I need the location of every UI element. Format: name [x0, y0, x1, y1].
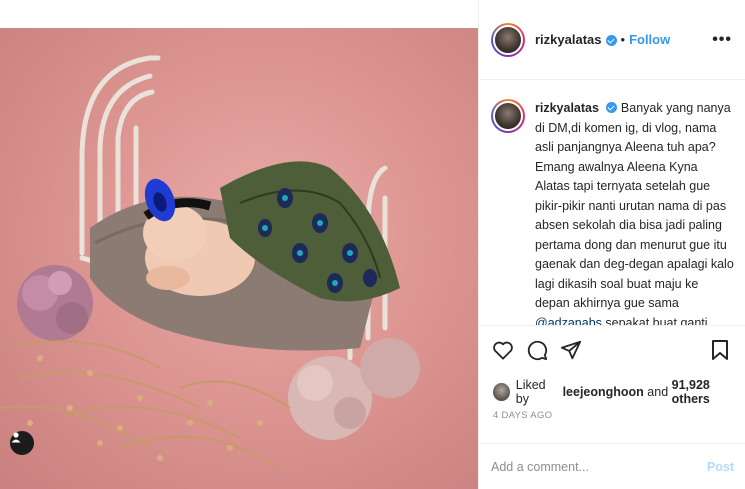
caption-body-continued: sepakat buat ganti: [605, 315, 708, 326]
post-timestamp[interactable]: 4 DAYS AGO: [493, 410, 552, 421]
bookmark-icon[interactable]: [708, 338, 732, 362]
caption-area: rizkyalatas Banyak yang nanya di DM,di k…: [479, 81, 745, 325]
post-side-panel: rizkyalatas • Follow ••• rizkyalatas Ban…: [478, 0, 745, 489]
comment-input[interactable]: [491, 459, 707, 474]
username-link[interactable]: rizkyalatas: [535, 32, 602, 47]
mention-link[interactable]: @adzanabs: [535, 316, 602, 326]
caption-text: rizkyalatas Banyak yang nanya di DM,di k…: [535, 99, 734, 325]
likes-prefix: Liked by: [515, 378, 546, 406]
post-header: rizkyalatas • Follow •••: [479, 0, 745, 80]
instagram-post-modal: rizkyalatas • Follow ••• rizkyalatas Ban…: [0, 0, 745, 489]
avatar[interactable]: [491, 22, 525, 57]
heart-icon[interactable]: [491, 338, 515, 362]
caption-username-link[interactable]: rizkyalatas: [535, 101, 599, 115]
caption-body: Banyak yang nanya di DM,di komen ig, di …: [535, 101, 734, 310]
likes-count-link[interactable]: 91,928 others: [672, 378, 745, 406]
post-photo[interactable]: [0, 28, 478, 489]
likes-and: and: [647, 385, 669, 399]
comment-icon[interactable]: [525, 338, 549, 362]
separator-dot: •: [620, 32, 626, 47]
action-icons: [491, 338, 583, 362]
post-comment-button[interactable]: Post: [707, 460, 734, 474]
more-options-icon[interactable]: •••: [712, 31, 732, 49]
share-icon[interactable]: [559, 338, 583, 362]
verified-icon: [605, 35, 617, 46]
liker-username-link[interactable]: leejeonghoon: [563, 385, 644, 399]
liker-avatar[interactable]: [493, 383, 510, 401]
likes-summary: Liked by leejeonghoon and 91,928 others: [493, 378, 745, 406]
verified-icon: [606, 102, 618, 113]
photo-illustration: [0, 55, 420, 469]
comment-bar: Post: [479, 443, 745, 489]
user-tag-icon[interactable]: [10, 431, 34, 455]
caption-avatar[interactable]: [491, 99, 525, 133]
follow-button[interactable]: Follow: [629, 32, 670, 47]
